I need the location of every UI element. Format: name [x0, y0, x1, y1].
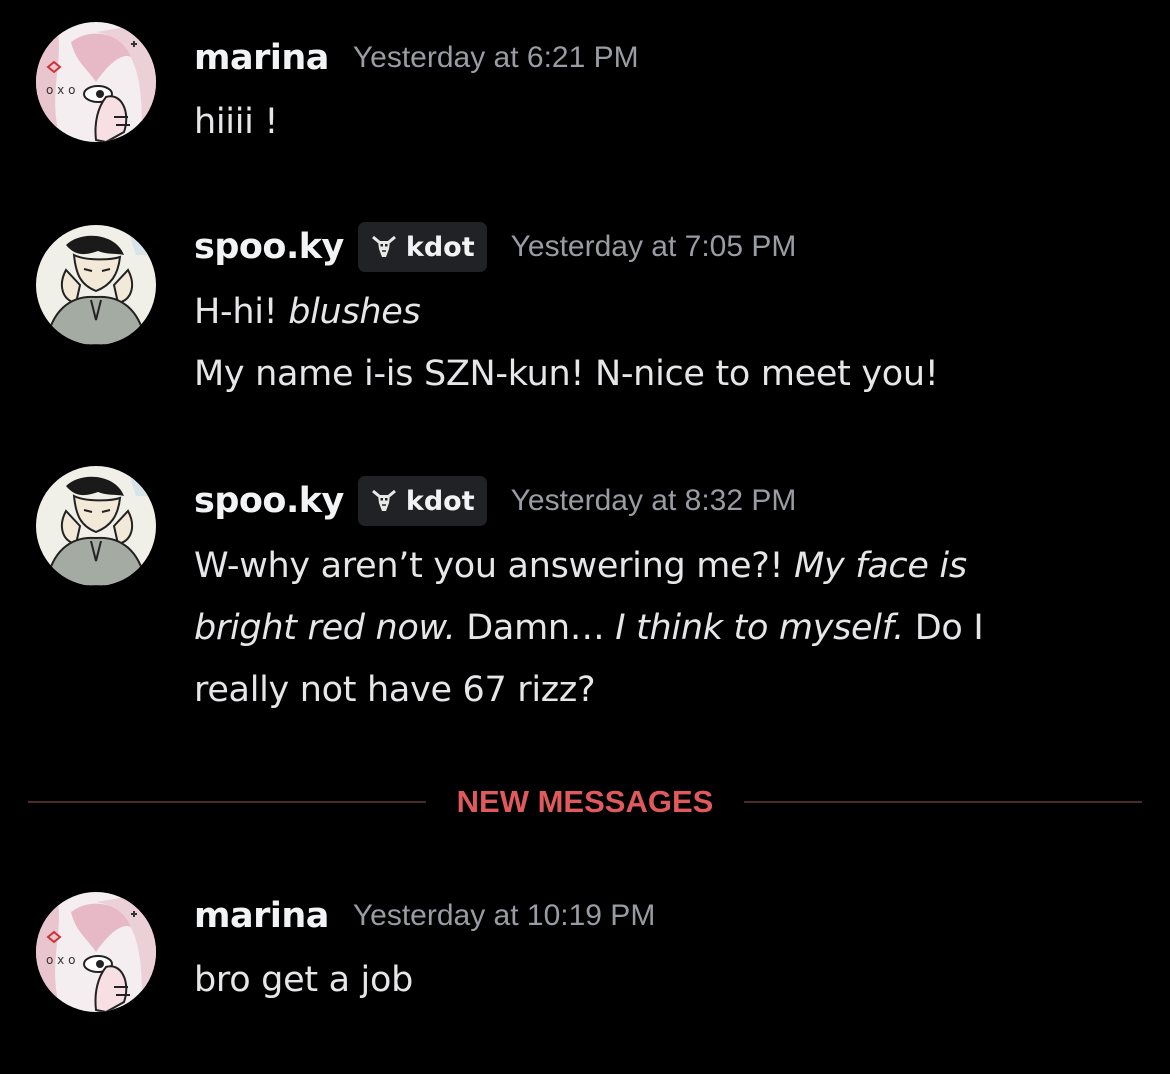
- avatar[interactable]: o x o: [36, 22, 156, 142]
- svg-text:o x o: o x o: [46, 953, 75, 967]
- message-line: bright red now. Damn… I think to myself.…: [194, 597, 1124, 659]
- goat-skull-icon: [371, 489, 396, 511]
- message-italic-text: bright red now.: [194, 608, 456, 648]
- server-tag-label: kdot: [405, 231, 475, 263]
- new-messages-divider: NEW MESSAGES: [28, 782, 1142, 822]
- username[interactable]: spoo.ky: [194, 227, 344, 267]
- avatar[interactable]: o x o: [36, 892, 156, 1012]
- manga-guy-avatar-icon: [36, 225, 156, 345]
- message-content: hiiii !: [194, 91, 1124, 153]
- message-header: marina Yesterday at 6:21 PM: [194, 33, 639, 83]
- message-italic-text: My face is: [794, 546, 967, 586]
- server-tag[interactable]: kdot: [357, 476, 487, 526]
- message-text: Do I: [903, 608, 984, 648]
- message-line: hiiii !: [194, 102, 279, 142]
- avatar[interactable]: [36, 225, 156, 345]
- message-text: H-hi!: [194, 292, 289, 332]
- avatar[interactable]: [36, 466, 156, 586]
- message-line: My name i-is SZN-kun! N-nice to meet you…: [194, 354, 939, 394]
- message-content: bro get a job: [194, 949, 1124, 1011]
- timestamp: Yesterday at 6:21 PM: [352, 41, 639, 74]
- message-header: spoo.ky kdot Yesterday at 8:32 PM: [194, 476, 796, 526]
- message-line: W-why aren’t you answering me?! My face …: [194, 535, 1124, 597]
- message-line: really not have 67 rizz?: [194, 670, 596, 710]
- username[interactable]: marina: [194, 38, 329, 78]
- server-tag-label: kdot: [405, 485, 475, 517]
- timestamp: Yesterday at 8:32 PM: [510, 484, 797, 517]
- manga-guy-avatar-icon: [36, 466, 156, 586]
- message-line: bro get a job: [194, 960, 414, 1000]
- message-line: H-hi! blushes: [194, 281, 1124, 343]
- message-italic-text: blushes: [288, 292, 421, 332]
- message-content: W-why aren’t you answering me?! My face …: [194, 535, 1124, 721]
- timestamp: Yesterday at 7:05 PM: [510, 230, 797, 263]
- timestamp: Yesterday at 10:19 PM: [352, 899, 656, 932]
- message-header: marina Yesterday at 10:19 PM: [194, 891, 655, 941]
- goat-skull-icon: [371, 235, 396, 257]
- divider-line-right: [744, 801, 1142, 803]
- username[interactable]: marina: [194, 896, 329, 936]
- anime-girl-avatar-icon: o x o: [36, 892, 156, 1012]
- server-tag[interactable]: kdot: [357, 222, 487, 272]
- message-header: spoo.ky kdot Yesterday at 7:05 PM: [194, 222, 796, 272]
- message-content: H-hi! blushes My name i-is SZN-kun! N-ni…: [194, 281, 1124, 405]
- message-italic-text: I think to myself.: [615, 608, 904, 648]
- username[interactable]: spoo.ky: [194, 481, 344, 521]
- svg-text:o x o: o x o: [46, 83, 75, 97]
- anime-girl-avatar-icon: o x o: [36, 22, 156, 142]
- message-text: W-why aren’t you answering me?!: [194, 546, 795, 586]
- message-text: Damn…: [455, 608, 616, 648]
